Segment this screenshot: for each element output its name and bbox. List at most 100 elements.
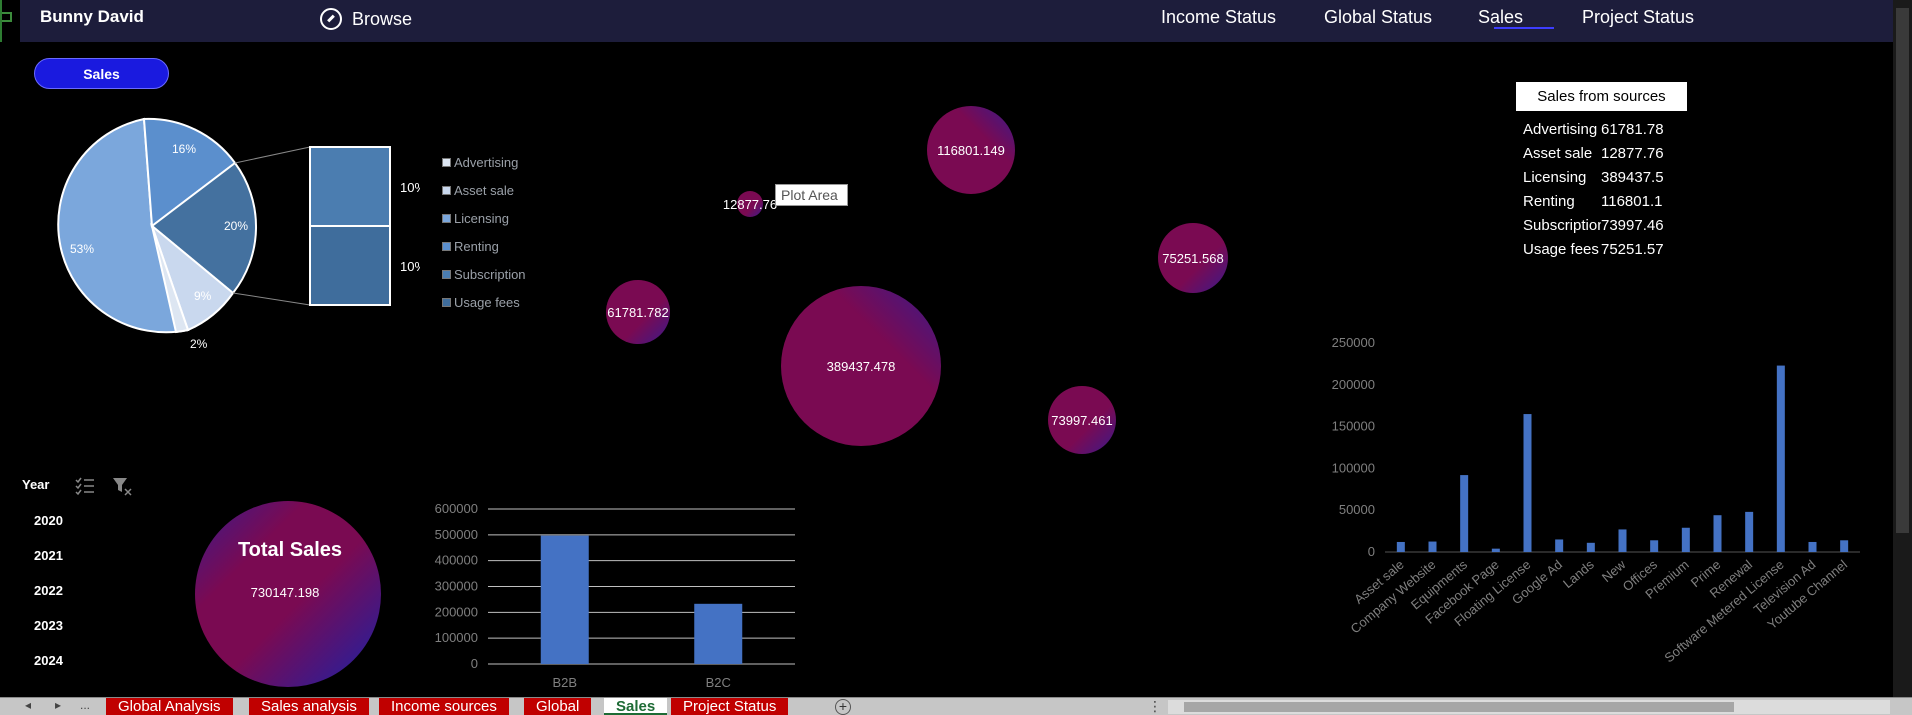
plot-area-tooltip: Plot Area xyxy=(775,184,848,206)
tab-sales-analysis[interactable]: Sales analysis xyxy=(249,698,369,715)
bubble-label: 12877.76 xyxy=(723,197,777,212)
pie-legend: Advertising Asset sale Licensing Renting… xyxy=(442,148,526,316)
legend-label: Usage fees xyxy=(454,294,520,310)
table-row: Advertising 61781.78 xyxy=(1516,118,1691,142)
tab-income-sources[interactable]: Income sources xyxy=(379,698,509,715)
bar xyxy=(1491,548,1500,552)
total-sales-title: Total Sales xyxy=(238,539,342,561)
source-name: Renting xyxy=(1523,193,1575,210)
horizontal-scroll-thumb[interactable] xyxy=(1184,702,1734,712)
tab-sales[interactable]: Sales xyxy=(604,698,668,715)
tab-options-icon[interactable]: ⋮ xyxy=(1148,698,1162,715)
y-tick-label: 200000 xyxy=(435,604,478,619)
prev-sheet-icon[interactable]: ◂ xyxy=(25,698,31,712)
b2b-b2c-bar-chart[interactable]: 0 100000 200000 300000 400000 500000 600000 B2B… xyxy=(420,495,805,695)
table-row: Usage fees 75251.57 xyxy=(1516,238,1691,262)
legend-swatch xyxy=(442,241,451,251)
vertical-scrollbar[interactable] xyxy=(1893,0,1912,697)
legend-swatch xyxy=(442,297,451,307)
nav-sales[interactable]: Sales xyxy=(1478,7,1523,28)
y-tick-label: 0 xyxy=(471,656,478,671)
clear-filter-icon[interactable] xyxy=(111,475,133,497)
legend-label: Subscription xyxy=(454,266,526,282)
source-name: Licensing xyxy=(1523,169,1587,186)
multi-select-icon[interactable] xyxy=(74,475,96,497)
bar xyxy=(1776,365,1785,552)
legend-label: Asset sale xyxy=(454,182,514,198)
sources-title: Sales from sources xyxy=(1516,82,1687,111)
slicer-title: Year xyxy=(22,477,50,492)
x-tick-label: B2B xyxy=(552,675,577,690)
nav-global-status[interactable]: Global Status xyxy=(1324,7,1432,28)
legend-label: Advertising xyxy=(454,154,519,170)
add-sheet-icon[interactable]: + xyxy=(835,699,851,715)
pie-secondary-label-1: 10% xyxy=(400,180,420,195)
y-tick-label: 300000 xyxy=(435,579,478,594)
y-tick-label: 100000 xyxy=(435,630,478,645)
pie-label-16: 16% xyxy=(172,142,196,156)
source-value: 116801.1 xyxy=(1601,193,1663,210)
tab-project-status[interactable]: Project Status xyxy=(671,698,789,715)
bubble-label: 73997.461 xyxy=(1051,413,1112,428)
slicer-item-2023[interactable]: 2023 xyxy=(34,618,63,633)
pie-label-20: 20% xyxy=(224,219,248,233)
more-sheets-icon[interactable]: ... xyxy=(80,698,90,712)
bar xyxy=(1523,414,1532,552)
y-tick-label: 150000 xyxy=(1332,419,1375,434)
nav-project-status[interactable]: Project Status xyxy=(1582,7,1694,28)
horizontal-scrollbar[interactable] xyxy=(1168,700,1890,714)
bar xyxy=(1713,515,1722,552)
legend-swatch xyxy=(442,213,451,223)
legend-swatch xyxy=(442,157,451,167)
source-value: 389437.5 xyxy=(1601,169,1664,186)
pie-chart[interactable]: 53% 16% 20% 9% 2% 10% 10% xyxy=(0,100,420,360)
nav-active-underline xyxy=(1494,27,1554,29)
next-sheet-icon[interactable]: ▸ xyxy=(55,698,61,712)
legend-item: Subscription xyxy=(442,260,526,288)
pie-label-53: 53% xyxy=(70,242,94,256)
pie-connector-bottom xyxy=(232,292,311,306)
bar xyxy=(1681,527,1690,552)
compass-icon xyxy=(320,8,342,30)
vertical-scroll-thumb[interactable] xyxy=(1896,8,1909,533)
pie-secondary-bar-2 xyxy=(309,225,391,306)
tab-global[interactable]: Global xyxy=(524,698,592,715)
bar xyxy=(694,603,743,664)
legend-swatch xyxy=(442,185,451,195)
y-tick-label: 250000 xyxy=(1332,335,1375,350)
slicer-item-2021[interactable]: 2021 xyxy=(34,548,63,563)
bubble-label: 116801.149 xyxy=(937,143,1005,158)
bar xyxy=(1808,541,1817,552)
total-sales-circle: Total Sales 730147.198 xyxy=(195,501,381,687)
sources-bar-chart[interactable]: 050000100000150000200000250000Asset sale… xyxy=(1295,330,1865,695)
y-tick-label: 0 xyxy=(1368,544,1375,559)
slicer-item-2024[interactable]: 2024 xyxy=(34,653,63,668)
legend-item: Asset sale xyxy=(442,176,526,204)
source-value: 73997.46 xyxy=(1601,217,1664,234)
nav-income-status[interactable]: Income Status xyxy=(1161,7,1276,28)
y-tick-label: 500000 xyxy=(435,527,478,542)
x-tick-label: Lands xyxy=(1560,556,1597,591)
table-row: Renting 116801.1 xyxy=(1516,190,1691,214)
table-row: Asset sale 12877.76 xyxy=(1516,142,1691,166)
legend-item: Licensing xyxy=(442,204,526,232)
pie-secondary-label-2: 10% xyxy=(400,259,420,274)
y-tick-label: 600000 xyxy=(435,501,478,516)
browse-button[interactable]: Browse xyxy=(320,8,412,30)
sales-button[interactable]: Sales xyxy=(34,58,169,89)
source-value: 12877.76 xyxy=(1601,145,1664,162)
bar xyxy=(1840,540,1849,552)
legend-item: Usage fees xyxy=(442,288,526,316)
bar xyxy=(1460,475,1469,552)
legend-item: Advertising xyxy=(442,148,526,176)
bubble-chart[interactable]: 61781.782 12877.76 389437.478 116801.149… xyxy=(580,100,1260,460)
source-value: 61781.78 xyxy=(1601,121,1664,138)
slicer-item-2020[interactable]: 2020 xyxy=(34,513,63,528)
legend-swatch xyxy=(442,269,451,279)
slicer-item-2022[interactable]: 2022 xyxy=(34,583,63,598)
source-name: Usage fees xyxy=(1523,241,1599,258)
cell-selection-marker[interactable] xyxy=(0,0,20,42)
bar xyxy=(540,535,589,664)
tab-global-analysis[interactable]: Global Analysis xyxy=(106,698,233,715)
y-tick-label: 200000 xyxy=(1332,377,1375,392)
